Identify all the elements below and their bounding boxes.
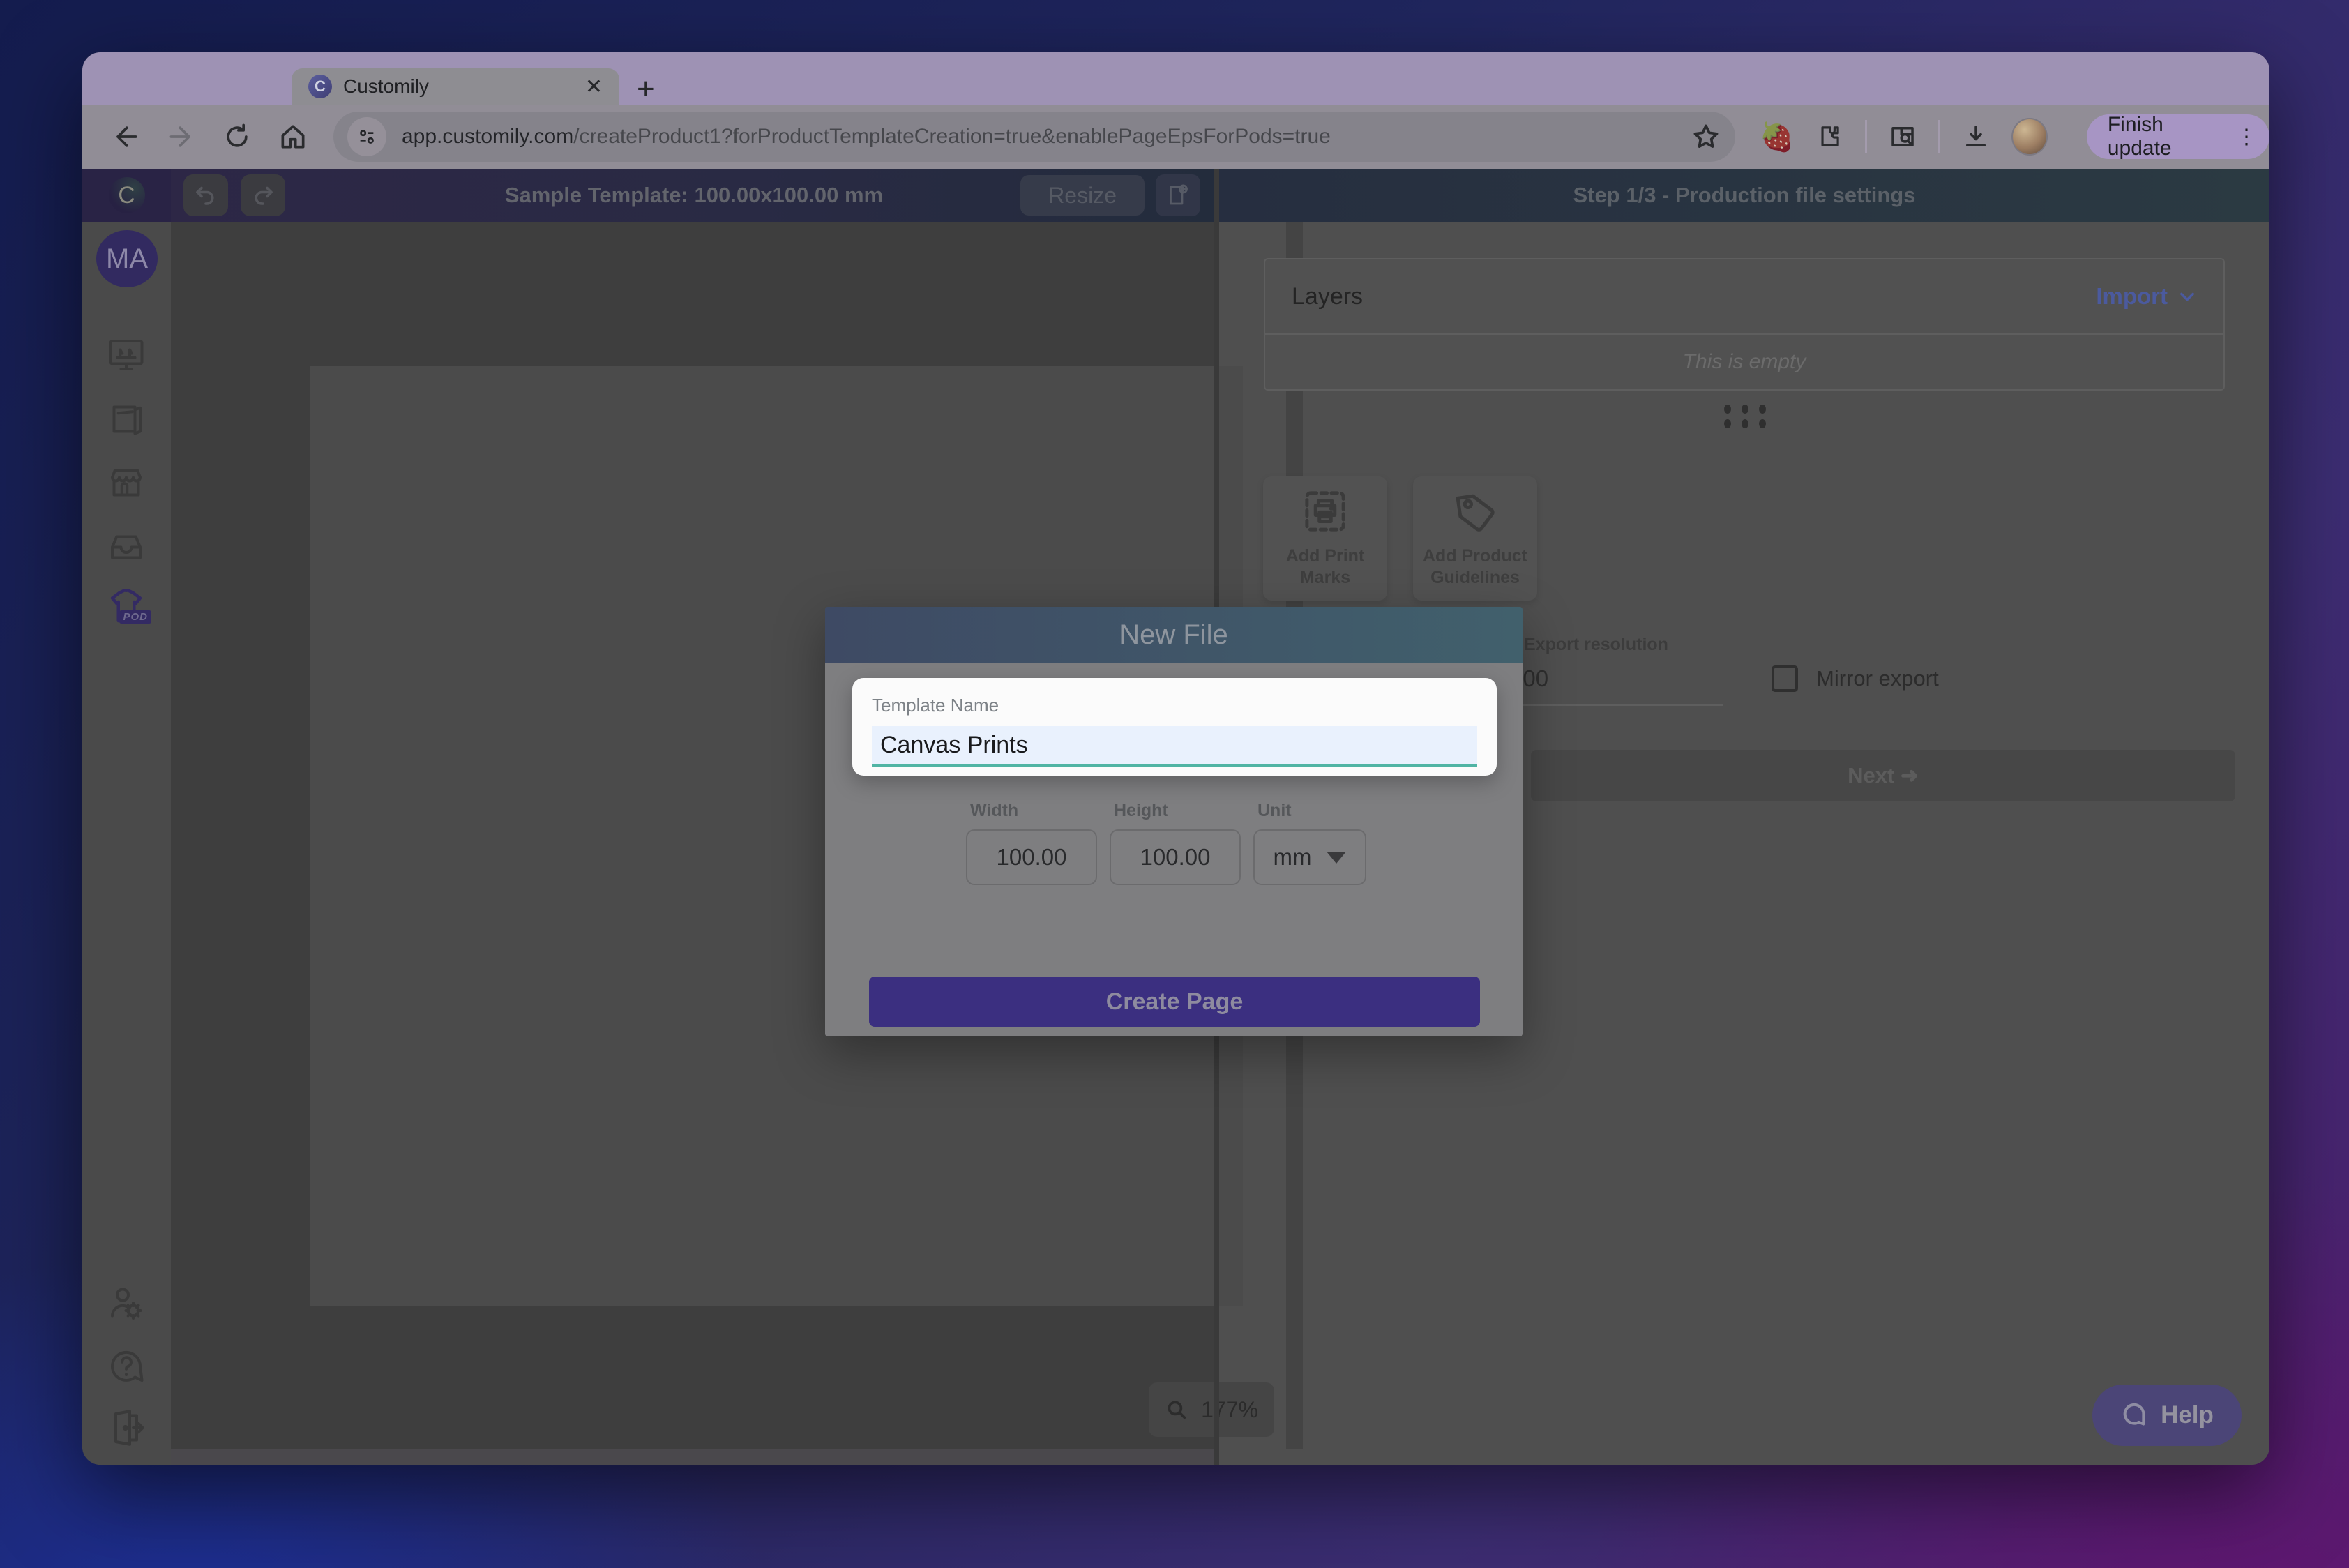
resize-button[interactable]: Resize [1020, 175, 1145, 216]
toolbar-divider [1938, 120, 1940, 153]
export-resolution-label: Export resolution [1524, 635, 1668, 655]
height-label: Height [1110, 801, 1241, 821]
sidebar-item-store[interactable] [105, 462, 147, 504]
home-icon[interactable] [278, 121, 308, 152]
add-print-marks-button[interactable]: Add PrintMarks [1263, 476, 1387, 601]
modal-header: New File [825, 607, 1523, 663]
back-icon[interactable] [110, 121, 141, 152]
template-name-label: Template Name [872, 695, 1477, 716]
download-icon[interactable] [1961, 121, 1991, 152]
new-file-modal: New File Template Name Width 100.00 Heig… [825, 607, 1523, 1036]
extensions-puzzle-icon[interactable] [1815, 121, 1844, 152]
mirror-export-checkbox[interactable]: Mirror export [1772, 665, 1939, 692]
customily-favicon: C [308, 75, 332, 98]
forward-icon[interactable] [166, 121, 197, 152]
step-title: Step 1/3 - Production file settings [1573, 183, 1916, 208]
sidebar-item-templates[interactable] [105, 398, 147, 440]
layers-empty-text: This is empty [1265, 335, 2223, 389]
panel-drag-handle[interactable] [1724, 405, 1766, 428]
tab-search-icon[interactable] [1888, 121, 1917, 152]
bookmark-star-icon[interactable] [1691, 121, 1721, 152]
step-header: Step 1/3 - Production file settings [1219, 169, 2269, 222]
export-resolution-underline [1506, 704, 1723, 706]
printer-icon [1302, 488, 1348, 534]
unit-select[interactable]: mm [1253, 829, 1366, 885]
tab-title: Customily [343, 75, 574, 98]
width-input[interactable]: 100.00 [966, 829, 1097, 885]
template-name-input[interactable] [872, 726, 1477, 767]
url-text: app.customily.com/createProduct1?forProd… [402, 125, 1331, 149]
redo-button[interactable] [241, 174, 285, 216]
browser-toolbar: app.customily.com/createProduct1?forProd… [82, 105, 2269, 169]
account-avatar[interactable]: MA [96, 230, 158, 287]
logout-icon[interactable] [105, 1407, 147, 1449]
sidebar-item-inbox[interactable] [105, 525, 147, 566]
add-page-icon[interactable] [1156, 174, 1200, 216]
chat-bubble-icon [2120, 1401, 2148, 1429]
modal-title: New File [1119, 619, 1228, 651]
pod-badge: POD [119, 610, 151, 624]
browser-menu-kebab-icon[interactable]: ⋮ [2236, 125, 2257, 149]
customily-logo-icon: C [109, 177, 145, 213]
undo-button[interactable] [183, 174, 228, 216]
sidebar-logo: C [82, 169, 171, 222]
dropdown-arrow-icon [1327, 852, 1346, 864]
checkbox-icon[interactable] [1772, 665, 1798, 692]
customily-app: C MA POD [82, 169, 2269, 1465]
template-name-card: Template Name [852, 678, 1497, 776]
layers-panel: Layers Import This is empty [1264, 258, 2225, 391]
height-input[interactable]: 100.00 [1110, 829, 1241, 885]
browser-window: C Customily ✕ + app.customily.com/create… [82, 52, 2269, 1465]
sidebar-item-designs[interactable] [105, 334, 147, 376]
extension-berry-icon[interactable]: 🍓 [1759, 121, 1794, 153]
canvas-horizontal-scrollbar[interactable] [171, 1449, 1217, 1465]
create-page-button[interactable]: Create Page [869, 977, 1480, 1027]
sidebar-item-pod[interactable]: POD [105, 586, 147, 628]
new-tab-button[interactable]: + [637, 72, 655, 107]
next-button[interactable]: Next ➜ [1531, 750, 2235, 801]
close-tab-icon[interactable]: ✕ [585, 75, 603, 99]
add-product-guidelines-button[interactable]: Add ProductGuidelines [1413, 476, 1537, 601]
help-button[interactable]: Help [2092, 1385, 2242, 1446]
zoom-level: 177% [1201, 1397, 1258, 1423]
mirror-export-label: Mirror export [1816, 666, 1939, 691]
layers-title: Layers [1292, 283, 1363, 310]
unit-label: Unit [1253, 801, 1366, 821]
reload-icon[interactable] [222, 121, 252, 152]
finish-update-button[interactable]: Finish update ⋮ [2087, 114, 2269, 159]
import-dropdown[interactable]: Import [2096, 283, 2197, 310]
toolbar-divider [1865, 120, 1867, 153]
site-settings-icon[interactable] [347, 117, 386, 156]
chevron-down-icon [2177, 287, 2197, 306]
profile-avatar[interactable] [2011, 118, 2048, 156]
magnifier-icon [1165, 1398, 1188, 1422]
zoom-control[interactable]: 177% [1149, 1382, 1274, 1437]
canvas-header: Sample Template: 100.00x100.00 mm Resize [171, 169, 1217, 222]
help-icon[interactable] [105, 1345, 147, 1387]
width-label: Width [966, 801, 1097, 821]
account-settings-icon[interactable] [105, 1283, 147, 1325]
browser-tab-customily[interactable]: C Customily ✕ [292, 68, 619, 105]
tag-icon [1452, 488, 1498, 534]
url-bar[interactable]: app.customily.com/createProduct1?forProd… [333, 112, 1735, 162]
